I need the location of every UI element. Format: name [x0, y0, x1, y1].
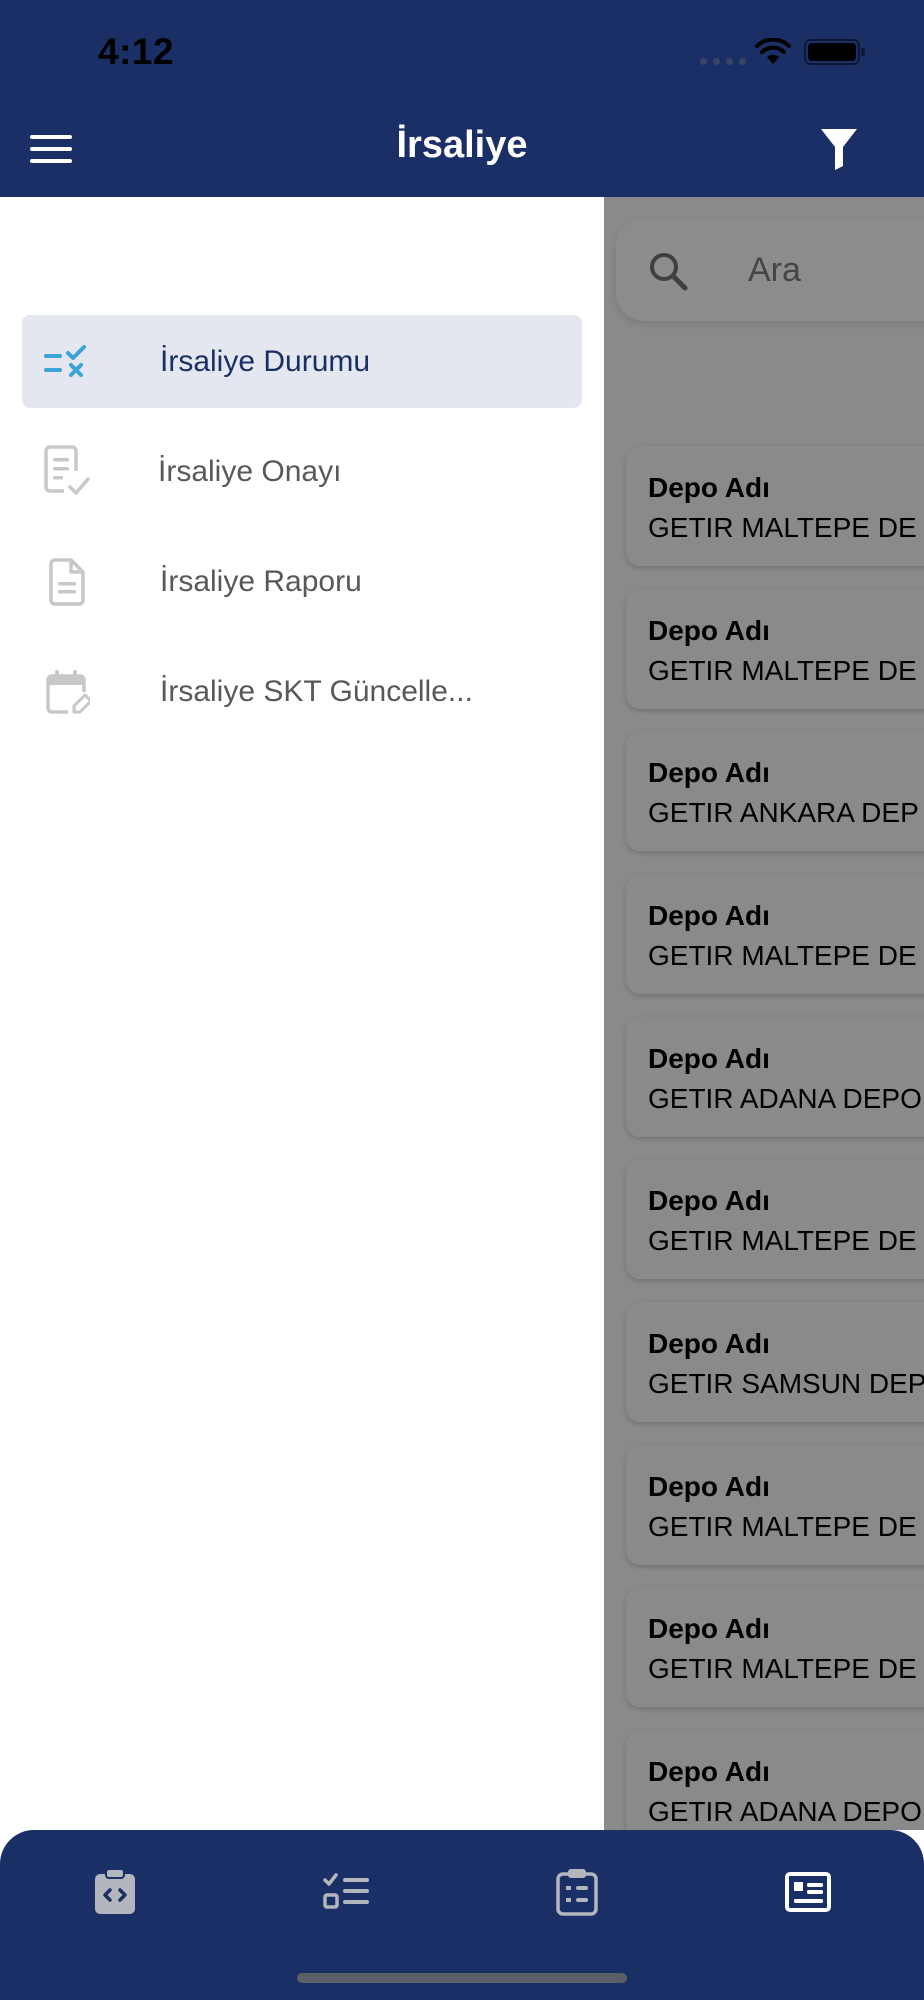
drawer-item-label: İrsaliye Raporu — [160, 564, 362, 598]
document-check-icon — [40, 444, 94, 499]
card-label: Depo Adı — [648, 615, 770, 646]
tab-clipboard-numbered[interactable] — [547, 1862, 607, 1922]
bottom-tab-bar — [0, 1830, 924, 2000]
document-icon — [40, 555, 94, 609]
card-value: GETIR MALTEPE DE — [648, 1511, 917, 1542]
list-item[interactable]: Depo Adı GETIR MALTEPE DE — [626, 1159, 924, 1279]
drawer-item-label: İrsaliye Durumu — [160, 344, 371, 378]
filter-funnel-icon[interactable] — [820, 128, 858, 170]
list-item[interactable]: Depo Adı GETIR ANKARA DEP — [626, 731, 924, 851]
card-label: Depo Adı — [648, 1328, 770, 1359]
status-time: 4:12 — [98, 31, 175, 72]
list-article-icon — [785, 1872, 831, 1912]
card-label: Depo Adı — [648, 900, 770, 931]
card-value: GETIR MALTEPE DE — [648, 512, 917, 543]
navigation-drawer: İrsaliye Durumu İrsaliye Onayı İrsaliye … — [0, 197, 604, 1830]
card-value: GETIR ANKARA DEP — [648, 797, 919, 828]
search-bar[interactable]: Ara — [616, 219, 924, 321]
tab-checklist[interactable] — [317, 1862, 377, 1922]
card-value: GETIR MALTEPE DE — [648, 1225, 917, 1256]
app-header: 4:12 İrsaliye — [0, 0, 924, 197]
battery-icon — [804, 39, 865, 65]
drawer-item-irsaliye-raporu[interactable]: İrsaliye Raporu — [22, 535, 582, 628]
card-value: GETIR MALTEPE DE — [648, 940, 917, 971]
list-content-area: Ara Depo Adı GETIR MALTEPE DE Depo Adı G… — [604, 197, 924, 1830]
drawer-item-irsaliye-skt-guncelle[interactable]: İrsaliye SKT Güncelle... — [22, 645, 582, 738]
clipboard-numbered-icon — [556, 1869, 598, 1916]
card-label: Depo Adı — [648, 1756, 770, 1787]
card-label: Depo Adı — [648, 1185, 770, 1216]
search-input[interactable]: Ara — [748, 251, 801, 290]
list-item[interactable]: Depo Adı GETIR MALTEPE DE — [626, 1587, 924, 1707]
list-item[interactable]: Depo Adı GETIR MALTEPE DE — [626, 1445, 924, 1565]
drawer-item-irsaliye-onayi[interactable]: İrsaliye Onayı — [22, 425, 582, 518]
clipboard-code-icon — [95, 1868, 135, 1914]
search-icon — [650, 253, 688, 291]
drawer-item-label: İrsaliye SKT Güncelle... — [160, 674, 473, 708]
list-check-x-icon — [40, 335, 94, 389]
checklist-icon — [323, 1873, 369, 1909]
card-label: Depo Adı — [648, 1471, 770, 1502]
card-value: GETIR MALTEPE DE — [648, 655, 917, 686]
card-label: Depo Adı — [648, 472, 770, 503]
card-value: GETIR ADANA DEPO — [648, 1796, 922, 1827]
list-item[interactable]: Depo Adı GETIR MALTEPE DE — [626, 874, 924, 994]
card-value: GETIR ADANA DEPO — [648, 1083, 922, 1114]
card-label: Depo Adı — [648, 757, 770, 788]
list-item[interactable]: Depo Adı GETIR MALTEPE DE — [626, 446, 924, 566]
cellular-signal-icon — [700, 58, 746, 65]
card-label: Depo Adı — [648, 1043, 770, 1074]
list-item[interactable]: Depo Adı GETIR ADANA DEPO — [626, 1730, 924, 1830]
wifi-icon — [755, 38, 791, 64]
card-value: GETIR SAMSUN DEP — [648, 1368, 924, 1399]
drawer-item-label: İrsaliye Onayı — [158, 454, 342, 488]
tab-list-article[interactable] — [778, 1862, 838, 1922]
card-label: Depo Adı — [648, 1613, 770, 1644]
tab-clipboard-code[interactable] — [85, 1862, 145, 1922]
drawer-item-irsaliye-durumu[interactable]: İrsaliye Durumu — [22, 315, 582, 408]
card-value: GETIR MALTEPE DE — [648, 1653, 917, 1684]
list-item[interactable]: Depo Adı GETIR SAMSUN DEP — [626, 1302, 924, 1422]
list-item[interactable]: Depo Adı GETIR MALTEPE DE — [626, 589, 924, 709]
list-item[interactable]: Depo Adı GETIR ADANA DEPO — [626, 1017, 924, 1137]
home-indicator — [297, 1973, 627, 1983]
calendar-edit-icon — [40, 665, 94, 719]
page-title: İrsaliye — [396, 124, 528, 166]
